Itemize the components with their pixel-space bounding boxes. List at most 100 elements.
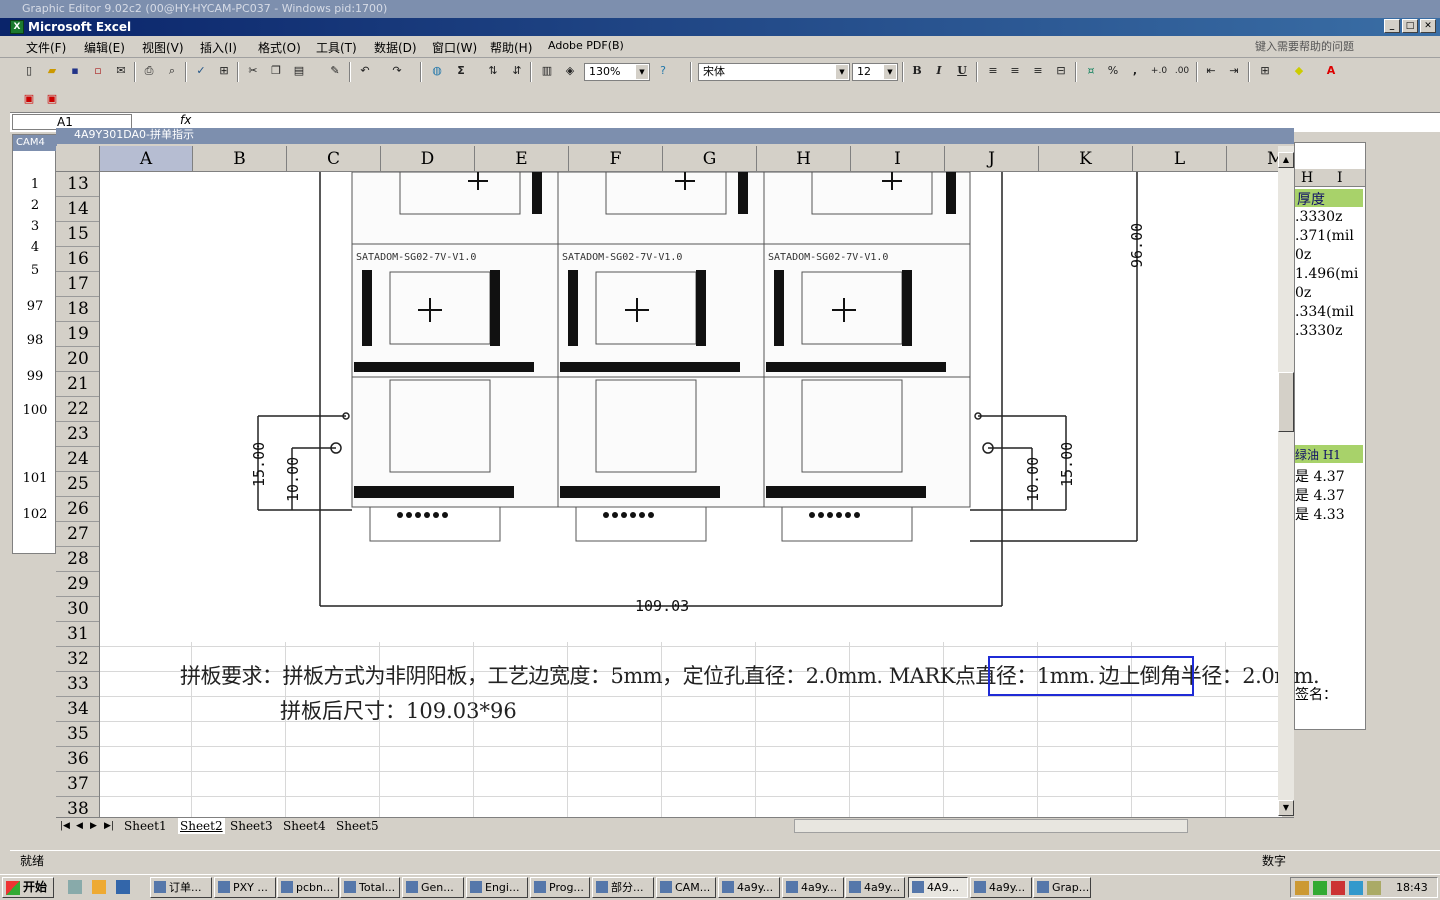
research-icon[interactable]: ⊞	[215, 62, 233, 80]
menu-view[interactable]: 视图(V)	[142, 39, 184, 56]
help-search-box[interactable]: 键入需要帮助的问题	[1255, 38, 1435, 56]
column-header[interactable]: J	[945, 146, 1039, 171]
fill-color-icon[interactable]: ◆	[1290, 62, 1308, 80]
zoom-select[interactable]: 130% ▼	[584, 63, 650, 81]
row-header[interactable]: 37	[56, 772, 99, 797]
menu-data[interactable]: 数据(D)	[374, 39, 417, 56]
font-size-select[interactable]: 12 ▼	[852, 63, 898, 81]
taskbar-item[interactable]: 4a9y...	[845, 877, 905, 898]
row-header[interactable]: 17	[56, 272, 99, 297]
taskbar-item[interactable]: Gen...	[402, 877, 464, 898]
row-header[interactable]: 13	[56, 172, 99, 197]
taskbar-item[interactable]: 4a9y...	[782, 877, 844, 898]
sheet-nav-last-icon[interactable]: ▶|	[104, 818, 114, 834]
comma-button[interactable]: ,	[1126, 62, 1144, 80]
row-header[interactable]: 31	[56, 622, 99, 647]
sheet-tab-2[interactable]: Sheet2	[178, 818, 225, 834]
sheet-tab-4[interactable]: Sheet4	[283, 818, 326, 834]
sheet-nav-prev-icon[interactable]: ◀	[76, 818, 83, 834]
horizontal-scrollbar[interactable]	[794, 819, 1188, 833]
column-header[interactable]: G	[663, 146, 757, 171]
tray-app-icon[interactable]	[1331, 881, 1345, 895]
undo-icon[interactable]: ↶	[356, 62, 374, 80]
permission-icon[interactable]: ▫	[89, 62, 107, 80]
row-header[interactable]: 24	[56, 447, 99, 472]
row-header[interactable]: 35	[56, 722, 99, 747]
quicklaunch-explorer-icon[interactable]	[92, 880, 106, 894]
start-button[interactable]: 开始	[2, 877, 54, 898]
row-header[interactable]: 29	[56, 572, 99, 597]
row-header[interactable]: 19	[56, 322, 99, 347]
column-header[interactable]: H	[757, 146, 851, 171]
paste-icon[interactable]: ▤	[290, 62, 308, 80]
menu-help[interactable]: 帮助(H)	[490, 39, 532, 56]
font-select[interactable]: 宋体 ▼	[698, 63, 850, 81]
column-header[interactable]: F	[569, 146, 663, 171]
sheet-tab-3[interactable]: Sheet3	[230, 818, 273, 834]
autosum-icon[interactable]: Σ	[452, 62, 470, 80]
menu-insert[interactable]: 插入(I)	[200, 39, 237, 56]
column-header[interactable]: C	[287, 146, 381, 171]
column-header[interactable]: B	[193, 146, 287, 171]
cut-icon[interactable]: ✂	[244, 62, 262, 80]
row-header[interactable]: 16	[56, 247, 99, 272]
row-header[interactable]: 23	[56, 422, 99, 447]
tray-app-icon[interactable]	[1295, 881, 1309, 895]
menu-edit[interactable]: 编辑(E)	[84, 39, 125, 56]
decrease-decimal-icon[interactable]: .00	[1173, 62, 1191, 80]
taskbar-item[interactable]: 4a9y...	[970, 877, 1032, 898]
increase-decimal-icon[interactable]: +.0	[1150, 62, 1168, 80]
scroll-down-button[interactable]: ▼	[1278, 800, 1294, 816]
scroll-up-button[interactable]: ▲	[1278, 152, 1294, 168]
tray-app-icon[interactable]	[1367, 881, 1381, 895]
row-header[interactable]: 30	[56, 597, 99, 622]
minimize-button[interactable]: _	[1384, 19, 1400, 33]
row-header[interactable]: 14	[56, 197, 99, 222]
menu-tools[interactable]: 工具(T)	[316, 39, 357, 56]
taskbar-item[interactable]: 4A9...	[908, 877, 968, 898]
maximize-button[interactable]: □	[1402, 19, 1418, 33]
sheet-nav-first-icon[interactable]: |◀	[60, 818, 70, 834]
drawing-icon[interactable]: ◈	[561, 62, 579, 80]
bold-button[interactable]: B	[908, 62, 926, 80]
fx-icon[interactable]: fx	[180, 113, 191, 127]
font-color-icon[interactable]: A	[1322, 62, 1340, 80]
align-left-icon[interactable]: ≡	[984, 62, 1002, 80]
sheet-nav-next-icon[interactable]: ▶	[90, 818, 97, 834]
row-header[interactable]: 25	[56, 472, 99, 497]
quicklaunch-desktop-icon[interactable]	[68, 880, 82, 894]
row-header[interactable]: 38	[56, 797, 99, 817]
tray-app-icon[interactable]	[1313, 881, 1327, 895]
decrease-indent-icon[interactable]: ⇤	[1202, 62, 1220, 80]
borders-icon[interactable]: ⊞	[1256, 62, 1274, 80]
taskbar-item[interactable]: 订单...	[150, 877, 212, 898]
row-header[interactable]: 15	[56, 222, 99, 247]
print-preview-icon[interactable]: ⌕	[163, 62, 181, 80]
column-header[interactable]: M	[1227, 146, 1282, 171]
background-window-left[interactable]: CAM4 1 2 3 4 5 97 98 99 100 101 102	[12, 134, 57, 554]
column-header[interactable]: E	[475, 146, 569, 171]
row-header[interactable]: 26	[56, 497, 99, 522]
taskbar-item[interactable]: 4a9y...	[718, 877, 780, 898]
align-right-icon[interactable]: ≡	[1029, 62, 1047, 80]
row-header[interactable]: 21	[56, 372, 99, 397]
vertical-scrollbar[interactable]: ▲ ▼	[1278, 146, 1294, 816]
row-header[interactable]: 36	[56, 747, 99, 772]
currency-icon[interactable]: ¤	[1082, 62, 1100, 80]
menu-format[interactable]: 格式(O)	[258, 39, 301, 56]
taskbar-item[interactable]: 部分...	[592, 877, 654, 898]
scroll-thumb[interactable]	[1278, 372, 1294, 432]
row-header[interactable]: 18	[56, 297, 99, 322]
background-window-right[interactable]: H I 厚度 .3330z .371(mil 0z 1.496(mi 0z .3…	[1294, 142, 1366, 730]
open-icon[interactable]: ▰	[43, 62, 61, 80]
hyperlink-icon[interactable]: ◍	[428, 62, 446, 80]
menu-file[interactable]: 文件(F)	[26, 39, 66, 56]
email-icon[interactable]: ✉	[112, 62, 130, 80]
sort-desc-icon[interactable]: ⇵	[508, 62, 526, 80]
sheet-tab-5[interactable]: Sheet5	[336, 818, 379, 834]
column-header[interactable]: D	[381, 146, 475, 171]
copy-icon[interactable]: ❐	[267, 62, 285, 80]
increase-indent-icon[interactable]: ⇥	[1225, 62, 1243, 80]
pdf-convert-icon[interactable]: ▣	[20, 90, 38, 108]
spelling-icon[interactable]: ✓	[192, 62, 210, 80]
